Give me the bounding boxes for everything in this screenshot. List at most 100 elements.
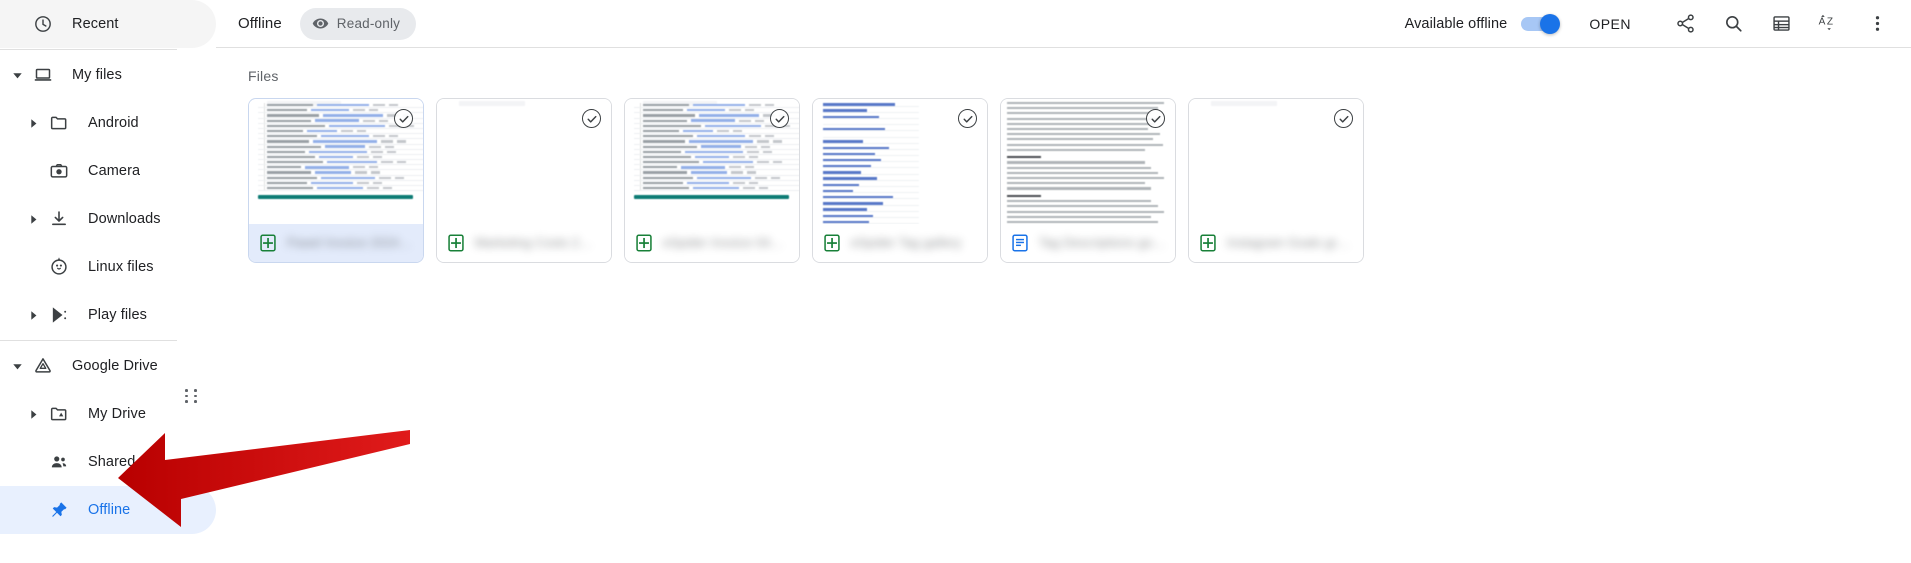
page-title: Offline <box>238 15 282 32</box>
available-offline-label: Available offline <box>1404 15 1508 32</box>
top-toolbar: Offline Read-only Available offline OPEN <box>216 0 1911 48</box>
google-sheets-icon <box>259 234 277 252</box>
sidebar-item-android[interactable]: Android <box>0 99 216 147</box>
file-card-footer: eSpider Tag gallery <box>813 224 987 262</box>
sidebar-item-label: Downloads <box>88 211 161 227</box>
sidebar-item-label: My Drive <box>88 406 146 422</box>
laptop-icon <box>28 65 58 85</box>
google-drive-icon <box>28 356 58 376</box>
file-name: eSpider Invoice 04… <box>663 236 783 250</box>
clock-icon <box>28 14 58 34</box>
file-card-footer: Tag Descriptions go… <box>1001 224 1175 262</box>
open-button[interactable]: OPEN <box>1579 8 1641 40</box>
sidebar-item-camera[interactable]: Camera <box>0 147 216 195</box>
offline-available-badge-icon <box>582 109 601 128</box>
list-view-icon[interactable] <box>1761 4 1801 44</box>
file-card[interactable]: eSpider Tag gallery <box>812 98 988 263</box>
offline-available-badge-icon <box>770 109 789 128</box>
file-card-footer: Instagram Goals gr… <box>1189 224 1363 262</box>
file-name: eSpider Tag gallery <box>851 236 962 250</box>
google-sheets-icon <box>447 234 465 252</box>
sidebar-divider <box>0 340 177 341</box>
offline-available-badge-icon <box>394 109 413 128</box>
sidebar-item-my-files[interactable]: My files <box>0 51 216 99</box>
people-icon <box>44 452 74 472</box>
file-card[interactable]: Tag Descriptions go… <box>1000 98 1176 263</box>
google-sheets-icon <box>635 234 653 252</box>
share-icon[interactable] <box>1665 4 1705 44</box>
offline-available-badge-icon <box>958 109 977 128</box>
sidebar-resize-handle[interactable] <box>185 387 199 405</box>
svg-text:Z: Z <box>1826 16 1832 27</box>
toggle-knob <box>1540 13 1561 34</box>
sidebar-item-play-files[interactable]: Play files <box>0 291 216 339</box>
sidebar-item-label: Camera <box>88 163 141 179</box>
sidebar-item-label: My files <box>72 67 122 83</box>
file-card[interactable]: Instagram Goals gr… <box>1188 98 1364 263</box>
available-offline-toggle[interactable] <box>1521 13 1561 34</box>
file-thumbnail <box>625 99 799 224</box>
file-thumbnail <box>1001 99 1175 224</box>
chevron-right-icon[interactable] <box>22 118 44 129</box>
sidebar-item-label: Recent <box>72 16 119 32</box>
file-card-footer: Pawel Invoice 2024… <box>249 224 423 262</box>
navigation-sidebar: Recent My files Android Camera Downloads Linu… <box>0 0 216 563</box>
search-icon[interactable] <box>1713 4 1753 44</box>
file-card-footer: eSpider Invoice 04… <box>625 224 799 262</box>
sidebar-item-label: Android <box>88 115 139 131</box>
pin-icon <box>44 500 74 520</box>
sidebar-item-downloads[interactable]: Downloads <box>0 195 216 243</box>
sidebar-item-my-drive[interactable]: My Drive <box>0 390 216 438</box>
svg-text:A: A <box>1818 16 1825 27</box>
linux-penguin-icon <box>44 257 74 277</box>
download-icon <box>44 209 74 229</box>
read-only-badge: Read-only <box>299 7 417 40</box>
more-vert-icon[interactable] <box>1857 4 1897 44</box>
sidebar-item-linux-files[interactable]: Linux files <box>0 243 216 291</box>
sidebar-item-label: Play files <box>88 307 148 323</box>
file-name: Marketing Costs 2… <box>475 236 592 250</box>
camera-icon <box>44 161 74 181</box>
files-content-area: Files Pawel Invoice 2024… Marketing Costs… <box>216 48 1911 263</box>
file-thumbnail <box>249 99 423 224</box>
chevron-down-icon[interactable] <box>6 70 28 81</box>
file-name: Pawel Invoice 2024… <box>287 236 412 250</box>
file-card[interactable]: eSpider Invoice 04… <box>624 98 800 263</box>
file-name: Instagram Goals gr… <box>1227 236 1350 250</box>
offline-available-badge-icon <box>1334 109 1353 128</box>
sidebar-item-recent[interactable]: Recent <box>0 0 216 48</box>
offline-available-badge-icon <box>1146 109 1165 128</box>
sidebar-divider <box>0 49 177 50</box>
file-card[interactable]: Pawel Invoice 2024… <box>248 98 424 263</box>
sidebar-item-google-drive[interactable]: Google Drive <box>0 342 216 390</box>
sidebar-item-label: Google Drive <box>72 358 158 374</box>
google-sheets-icon <box>1199 234 1217 252</box>
chevron-right-icon[interactable] <box>22 310 44 321</box>
chevron-right-icon[interactable] <box>22 214 44 225</box>
play-store-icon <box>44 305 74 325</box>
sidebar-item-label: Offline <box>88 502 131 518</box>
file-card-footer: Marketing Costs 2… <box>437 224 611 262</box>
google-sheets-icon <box>823 234 841 252</box>
chevron-right-icon[interactable] <box>22 409 44 420</box>
folder-icon <box>44 113 74 133</box>
file-grid: Pawel Invoice 2024… Marketing Costs 2… eSp… <box>236 98 1891 263</box>
drive-folder-icon <box>44 404 74 424</box>
section-heading: Files <box>248 68 279 84</box>
file-thumbnail <box>1189 99 1363 224</box>
chevron-down-icon[interactable] <box>6 361 28 372</box>
file-card[interactable]: Marketing Costs 2… <box>436 98 612 263</box>
google-docs-icon <box>1011 234 1029 252</box>
sidebar-item-offline[interactable]: Offline <box>0 486 216 534</box>
file-name: Tag Descriptions go… <box>1039 236 1165 250</box>
eye-icon <box>312 15 329 32</box>
sidebar-item-label: Linux files <box>88 259 154 275</box>
main-panel: Offline Read-only Available offline OPEN <box>216 0 1911 563</box>
sidebar-item-list: Recent My files Android Camera Downloads Linu… <box>0 0 216 534</box>
files-app-window: Recent My files Android Camera Downloads Linu… <box>0 0 1911 563</box>
sidebar-item-shared-wit[interactable]: Shared wit… <box>0 438 216 486</box>
file-thumbnail <box>813 99 987 224</box>
sidebar-item-label: Shared wit… <box>88 454 173 470</box>
file-thumbnail <box>437 99 611 224</box>
sort-az-icon[interactable]: A Z <box>1809 4 1849 44</box>
